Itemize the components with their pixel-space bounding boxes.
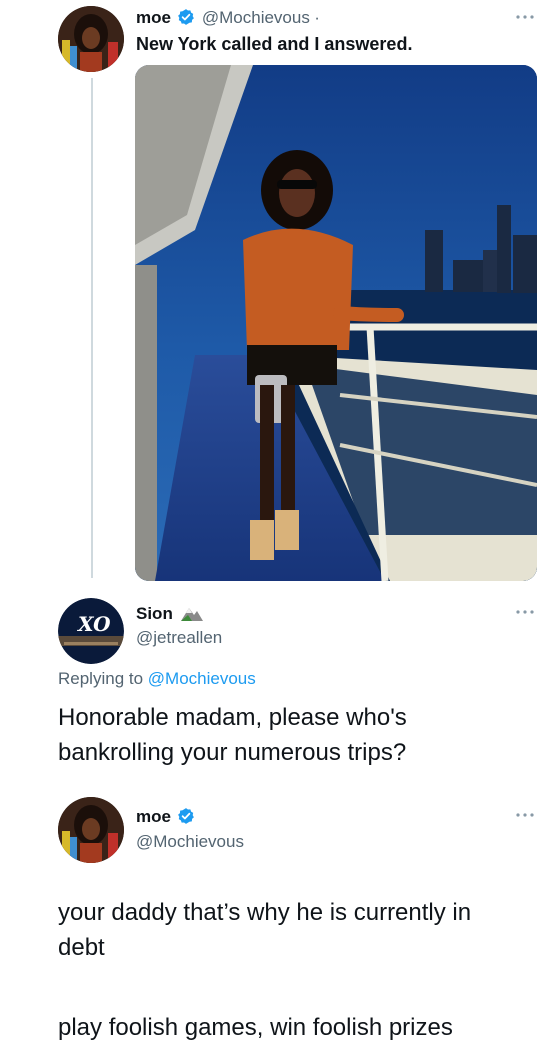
answer-author-handle[interactable]: @Mochievous: [136, 832, 244, 852]
answer-avatar-image: [58, 797, 124, 863]
avatar-image: [58, 6, 124, 72]
tweet-photo[interactable]: [135, 65, 537, 581]
replying-to-mention[interactable]: @Mochievous: [148, 669, 256, 688]
answer-text: your daddy that’s why he is currently in…: [58, 895, 471, 965]
answer-text-line-3: play foolish games, win foolish prizes: [58, 1014, 453, 1041]
answer-header: moe: [136, 807, 195, 827]
tweet-header: moe @Mochievous ·: [136, 8, 320, 28]
author-name[interactable]: moe: [136, 8, 171, 27]
mountain-emoji-icon: [181, 608, 204, 621]
answer-more-options-icon[interactable]: [514, 811, 536, 819]
header-separator: ·: [314, 8, 320, 27]
tweet-text: New York called and I answered.: [136, 34, 413, 54]
reply-header: Sion: [136, 604, 204, 624]
thread-connector-line: [91, 78, 93, 578]
reply-author-handle[interactable]: @jetreallen: [136, 628, 222, 648]
reply-text-line-1: Honorable madam, please who's: [58, 704, 407, 731]
answer-text-line-2: debt: [58, 934, 105, 961]
photo-image: [135, 65, 537, 581]
author-avatar[interactable]: [58, 6, 124, 72]
answer-verified-badge-icon: [178, 808, 195, 824]
answer-text-line-1: your daddy that’s why he is currently in: [58, 899, 472, 926]
answer-avatar[interactable]: [58, 797, 124, 863]
reply-text-line-2: bankrolling your numerous trips?: [58, 739, 407, 766]
more-options-icon[interactable]: [514, 13, 536, 21]
reply-author-name[interactable]: Sion: [136, 604, 173, 623]
verified-badge-icon: [178, 9, 195, 25]
reply-avatar-text: XO: [78, 612, 111, 636]
replying-to-line: Replying to @Mochievous: [58, 669, 256, 689]
reply-more-options-icon[interactable]: [514, 608, 536, 616]
answer-author-name[interactable]: moe: [136, 807, 171, 826]
replying-to-prefix: Replying to: [58, 669, 144, 688]
author-handle[interactable]: @Mochievous: [202, 8, 310, 27]
reply-avatar[interactable]: XO: [58, 598, 124, 664]
reply-text: Honorable madam, please who's bankrollin…: [58, 700, 407, 770]
